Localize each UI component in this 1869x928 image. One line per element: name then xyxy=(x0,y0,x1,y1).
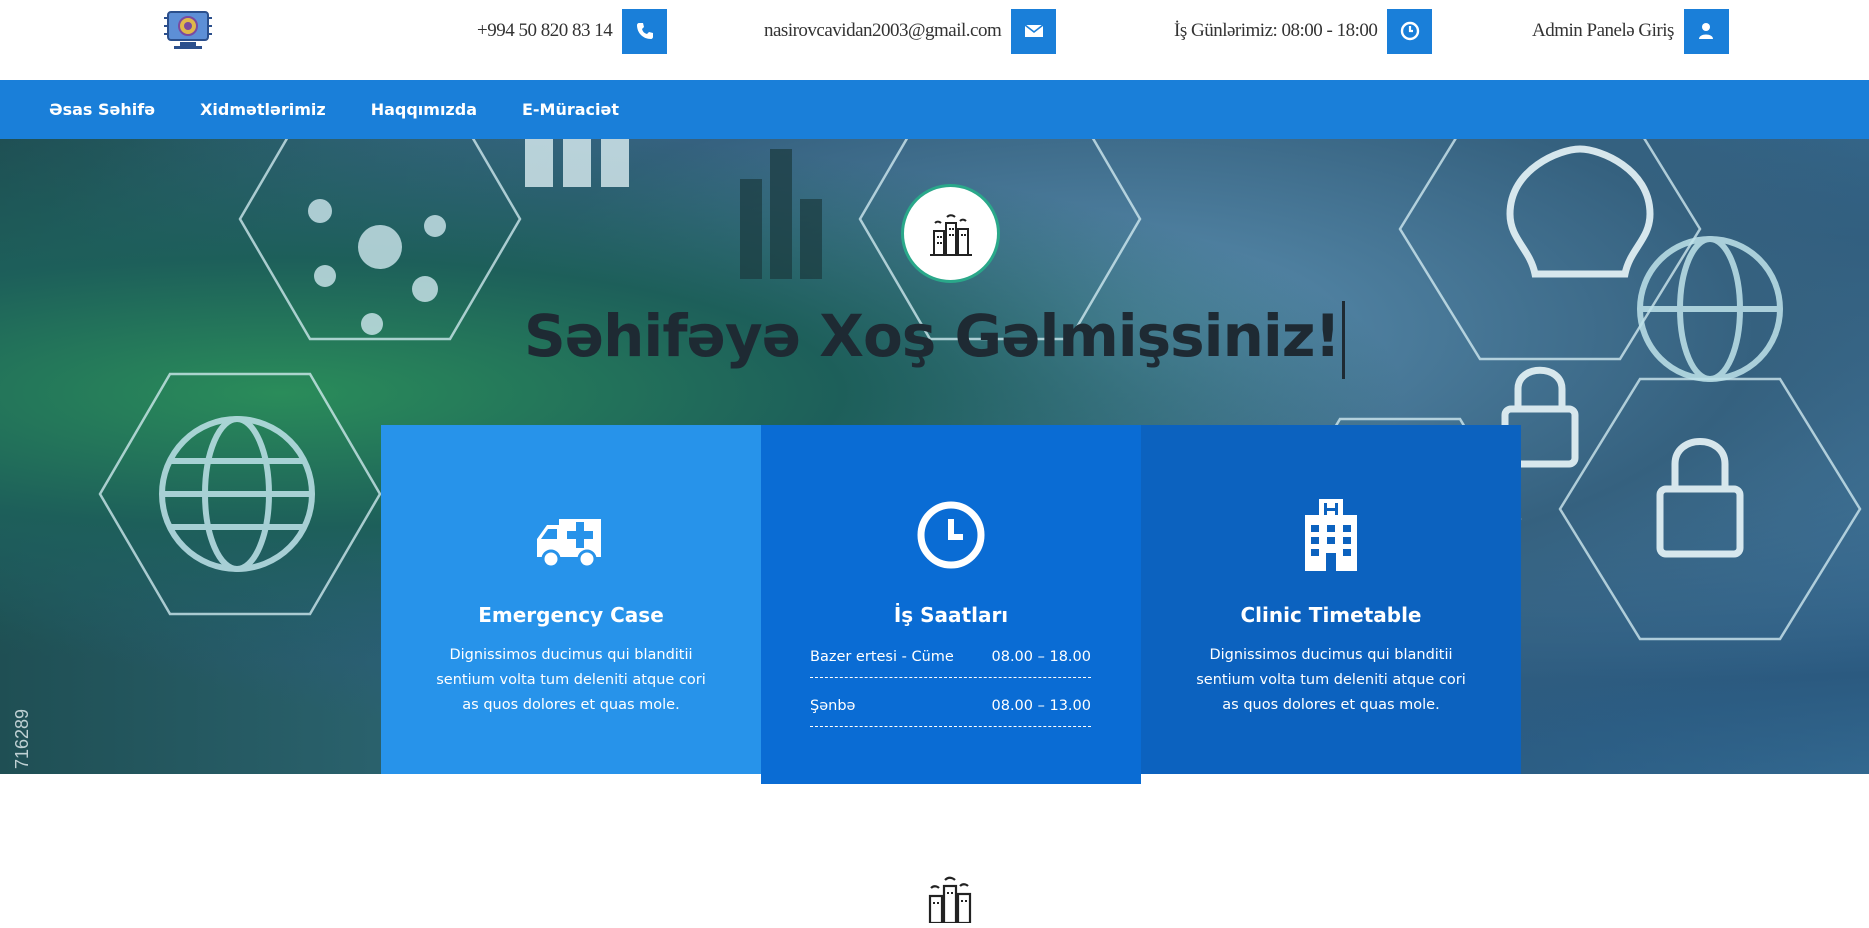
nav-home[interactable]: Əsas Səhifə xyxy=(49,100,155,119)
emergency-card: Emergency Case Dignissimos ducimus qui b… xyxy=(381,425,761,774)
working-hours-card: İş Saatları Bazer ertesi - Cüme 08.00 – … xyxy=(761,425,1141,784)
phone-contact[interactable]: +994 50 820 83 14 xyxy=(477,8,668,54)
hours-time: 08.00 – 18.00 xyxy=(991,649,1092,665)
nav-services[interactable]: Xidmətlərimiz xyxy=(200,100,326,119)
typing-cursor xyxy=(1341,301,1345,379)
clinic-timetable-desc: Dignissimos ducimus qui blanditii sentiu… xyxy=(1196,647,1466,713)
admin-text[interactable]: Admin Panelə Giriş xyxy=(1532,20,1674,42)
user-icon[interactable] xyxy=(1683,8,1729,54)
email-contact[interactable]: nasirovcavidan2003@gmail.com xyxy=(764,8,1057,54)
hospital-icon xyxy=(1291,495,1371,575)
nav-about[interactable]: Haqqımızda xyxy=(371,100,477,119)
hours-time: 08.00 – 13.00 xyxy=(991,698,1092,714)
hours-contact: İş Günlərimiz: 08:00 - 18:00 xyxy=(1174,8,1433,54)
emergency-title: Emergency Case xyxy=(478,603,664,627)
site-logo[interactable] xyxy=(162,8,214,52)
smart-city-icon xyxy=(929,213,972,256)
main-navbar: Əsas Səhifə Xidmətlərimiz Haqqımızda E-M… xyxy=(0,80,1869,139)
clock-icon xyxy=(1387,8,1433,54)
working-hours-title: İş Saatları xyxy=(893,603,1009,627)
emergency-desc: Dignissimos ducimus qui blanditii sentiu… xyxy=(436,647,706,713)
hours-row: Şənbə 08.00 – 13.00 xyxy=(810,692,1091,727)
email-text[interactable]: nasirovcavidan2003@gmail.com xyxy=(764,20,1002,42)
clinic-timetable-card: Clinic Timetable Dignissimos ducimus qui… xyxy=(1141,425,1521,774)
ambulance-icon xyxy=(531,495,611,575)
phone-icon[interactable] xyxy=(622,8,668,54)
hours-day: Şənbə xyxy=(810,698,856,714)
hours-row: Bazer ertesi - Cüme 08.00 – 18.00 xyxy=(810,643,1091,678)
smart-city-icon xyxy=(922,872,978,925)
clinic-timetable-title: Clinic Timetable xyxy=(1240,603,1422,627)
top-bar: +994 50 820 83 14 nasirovcavidan2003@gma… xyxy=(0,0,1869,80)
hero-title-text: Səhifəyə Xoş Gəlmişsiniz! xyxy=(524,302,1341,371)
hours-day: Bazer ertesi - Cüme xyxy=(810,649,954,665)
envelope-icon[interactable] xyxy=(1011,8,1057,54)
watermark-text: 716289 xyxy=(12,709,32,769)
hero-badge xyxy=(901,184,1000,283)
admin-login[interactable]: Admin Panelə Giriş xyxy=(1532,8,1729,54)
phone-text[interactable]: +994 50 820 83 14 xyxy=(477,20,613,42)
hours-text: İş Günlərimiz: 08:00 - 18:00 xyxy=(1174,20,1378,41)
clock-icon xyxy=(911,495,991,575)
nav-e-application[interactable]: E-Müraciət xyxy=(522,100,619,119)
hours-table: Bazer ertesi - Cüme 08.00 – 18.00 Şənbə … xyxy=(810,643,1091,741)
hero-title: Səhifəyə Xoş Gəlmişsiniz! xyxy=(0,301,1869,379)
